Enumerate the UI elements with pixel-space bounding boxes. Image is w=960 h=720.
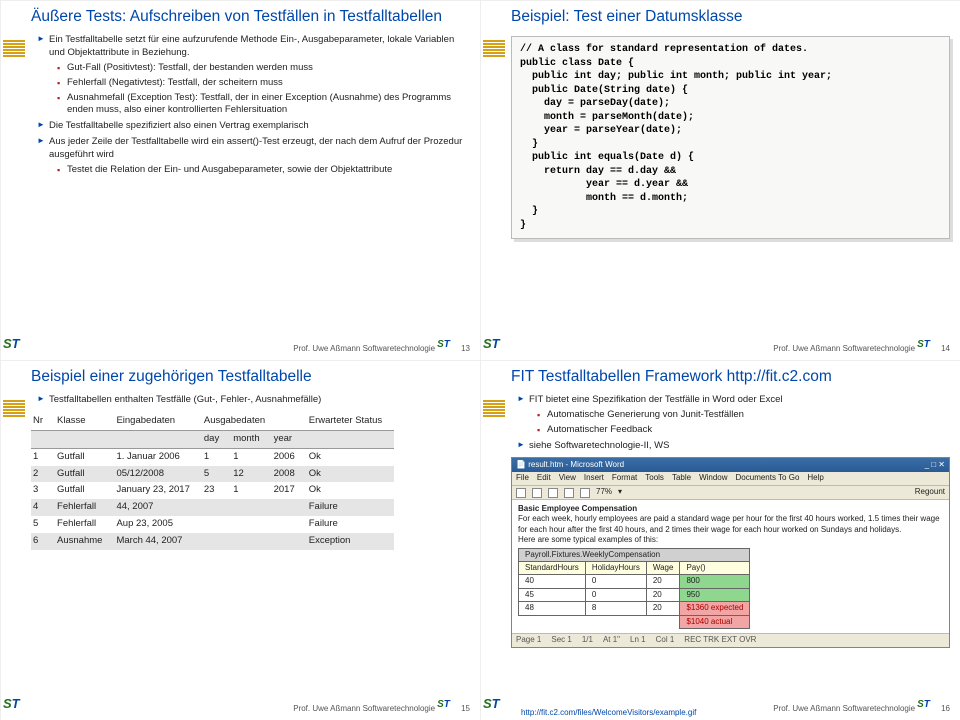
table-row: 1Gutfall1. Januar 2006112006Ok [31, 448, 394, 465]
decoration-stripes [483, 399, 505, 418]
status-segment: Sec 1 [551, 635, 571, 646]
slide-4: FIT Testfalltabellen Framework http://fi… [480, 360, 960, 720]
bullet: Ein Testfalltabelle setzt für eine aufzu… [37, 34, 470, 60]
table-row: 6AusnahmeMarch 44, 2007Exception [31, 533, 394, 550]
decoration-stripes [3, 399, 25, 418]
menu-item[interactable]: File [516, 473, 529, 484]
bullet: FIT bietet eine Spezifikation der Testfä… [517, 394, 950, 407]
menu-item[interactable]: Table [672, 473, 691, 484]
bullet: Ausnahmefall (Exception Test): Testfall,… [57, 92, 470, 118]
menu-item[interactable]: Edit [537, 473, 551, 484]
status-segment: REC TRK EXT OVR [684, 635, 756, 646]
bullet: Die Testfalltabelle spezifiziert also ei… [37, 120, 470, 133]
st-logo-small: ST [437, 339, 459, 357]
table-row: 4Fehlerfall44, 2007Failure [31, 499, 394, 516]
st-logo: ST [3, 336, 35, 358]
word-statusbar: Page 1 Sec 1 1/1 At 1" Ln 1 Col 1 REC TRK EXT … [512, 633, 949, 647]
st-logo-small: ST [917, 339, 939, 357]
table-row: 40020800 [519, 575, 750, 588]
bullet: Testfalltabellen enthalten Testfälle (Gu… [37, 394, 470, 407]
menu-item[interactable]: Window [699, 473, 727, 484]
menu-item[interactable]: Format [612, 473, 637, 484]
slide-footer: Prof. Uwe Aßmann Softwaretechnologie ST … [773, 699, 950, 717]
slide-2: Beispiel: Test einer Datumsklasse // A c… [480, 0, 960, 360]
table-row: $1040 actual [519, 615, 750, 628]
window-controls[interactable]: _ □ ✕ [925, 460, 945, 471]
code-block: // A class for standard representation o… [511, 36, 950, 239]
zoom-field[interactable]: 77% [596, 487, 612, 498]
decoration-stripes [483, 39, 505, 58]
bullet: Gut-Fall (Positivtest): Testfall, der be… [57, 62, 470, 75]
word-doc-icon: 📄 [516, 460, 526, 469]
st-logo-small: ST [437, 699, 459, 717]
menu-item[interactable]: Help [807, 473, 823, 484]
menu-item[interactable]: Tools [645, 473, 664, 484]
testcase-table: Nr Klasse Eingabedaten Ausgabedaten Erwa… [31, 413, 394, 550]
slide-title: Beispiel: Test einer Datumsklasse [511, 7, 950, 26]
bullet: Fehlerfall (Negativtest): Testfall, der … [57, 77, 470, 90]
fit-table: Payroll.Fixtures.WeeklyCompensation Stan… [518, 548, 750, 629]
toolbar-icon[interactable] [580, 488, 590, 498]
bullet: Aus jeder Zeile der Testfalltabelle wird… [37, 136, 470, 162]
slide-1: Äußere Tests: Aufschreiben von Testfälle… [0, 0, 480, 360]
status-segment: Page 1 [516, 635, 541, 646]
status-segment: 1/1 [582, 635, 593, 646]
menu-item[interactable]: Documents To Go [736, 473, 800, 484]
status-segment: Ln 1 [630, 635, 646, 646]
table-row: 2Gutfall05/12/20085122008Ok [31, 466, 394, 483]
bullet: Automatischer Feedback [537, 424, 950, 437]
slide-footer: Prof. Uwe Aßmann Softwaretechnologie ST … [293, 699, 470, 717]
slide-number: 16 [941, 704, 950, 713]
slide-number: 15 [461, 704, 470, 713]
st-logo: ST [483, 336, 515, 358]
table-row: 5FehlerfallAup 23, 2005Failure [31, 516, 394, 533]
table-row: 48820$1360 expected [519, 602, 750, 615]
slide-number: 14 [941, 344, 950, 353]
decoration-stripes [3, 39, 25, 58]
word-document-body: Basic Employee Compensation For each wee… [512, 500, 949, 633]
menu-item[interactable]: View [559, 473, 576, 484]
toolbar-icon[interactable] [548, 488, 558, 498]
toolbar-icon[interactable] [564, 488, 574, 498]
toolbar-icon[interactable] [532, 488, 542, 498]
table-row: 45020950 [519, 588, 750, 601]
st-logo: ST [483, 696, 515, 718]
slide-number: 13 [461, 344, 470, 353]
image-source-link[interactable]: http://fit.c2.com/files/WelcomeVisitors/… [521, 708, 696, 717]
slide-title: Äußere Tests: Aufschreiben von Testfälle… [31, 7, 470, 26]
slide-footer: Prof. Uwe Aßmann Softwaretechnologie ST … [293, 339, 470, 357]
status-segment: Col 1 [656, 635, 675, 646]
word-window: 📄 result.htm - Microsoft Word _ □ ✕ File… [511, 457, 950, 648]
menu-item[interactable]: Insert [584, 473, 604, 484]
slide-title: FIT Testfalltabellen Framework http://fi… [511, 367, 950, 386]
word-titlebar[interactable]: 📄 result.htm - Microsoft Word _ □ ✕ [512, 458, 949, 473]
bullet: Testet die Relation der Ein- und Ausgabe… [57, 164, 470, 177]
status-segment: At 1" [603, 635, 620, 646]
st-logo: ST [3, 696, 35, 718]
bullet: Automatische Generierung von Junit-Testf… [537, 409, 950, 422]
word-menubar[interactable]: File Edit View Insert Format Tools Table Window… [512, 472, 949, 486]
slide-title: Beispiel einer zugehörigen Testfalltabel… [31, 367, 470, 386]
st-logo-small: ST [917, 699, 939, 717]
slide-footer: Prof. Uwe Aßmann Softwaretechnologie ST … [773, 339, 950, 357]
toolbar-icon[interactable] [516, 488, 526, 498]
slide-3: Beispiel einer zugehörigen Testfalltabel… [0, 360, 480, 720]
bullet: siehe Softwaretechnologie-II, WS [517, 440, 950, 453]
table-row: 3GutfallJanuary 23, 20172312017Ok [31, 482, 394, 499]
word-toolbar[interactable]: 77% ▾ Regount [512, 486, 949, 500]
